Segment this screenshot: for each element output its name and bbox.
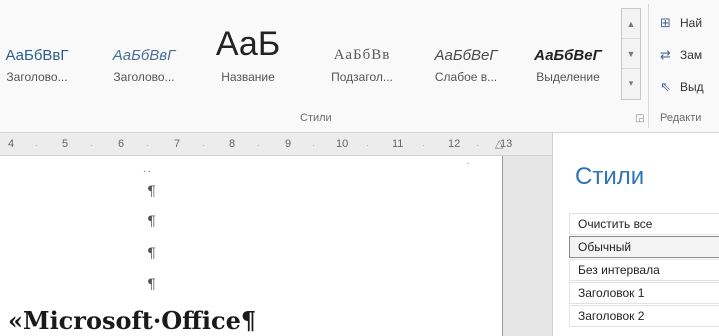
ruler-tick: 7: [174, 138, 181, 150]
hidden-marks: ..: [143, 164, 153, 175]
document-page[interactable]: .. ˉ ¶ ¶ ¶ ¶ «Microsoft·Office¶: [0, 156, 503, 336]
ruler-dot: ·: [422, 141, 425, 150]
text-boundary-mark: ˉ: [466, 162, 470, 173]
paragraph-mark: ¶: [147, 246, 156, 262]
ruler-dot: ·: [35, 141, 38, 150]
style-name: Заголово...: [113, 70, 175, 84]
right-indent-marker-icon[interactable]: △: [495, 137, 503, 150]
find-label: Най: [680, 16, 703, 30]
ruler-dot: ·: [257, 141, 260, 150]
style-subtle-emphasis[interactable]: АаБбВеГ Слабое в...: [416, 6, 516, 106]
styles-pane: Стили Очистить все Обычный Без интервала…: [552, 133, 719, 336]
style-title[interactable]: АаБ Название: [198, 6, 298, 106]
ruler-dot: ·: [202, 141, 205, 150]
style-heading-2[interactable]: АаБбВвГ Заголово...: [88, 6, 200, 106]
style-name: Выделение: [536, 70, 600, 84]
ruler-dot: ·: [476, 141, 479, 150]
ribbon-separator: [648, 4, 649, 128]
ruler-dot: ·: [366, 141, 369, 150]
style-name: Заголово...: [6, 70, 68, 84]
document-heading: «Microsoft·Office¶: [8, 306, 257, 335]
replace-label: Зам: [680, 48, 703, 62]
gallery-down-button[interactable]: ▼: [622, 39, 640, 69]
replace-icon: ⇄: [660, 47, 671, 62]
style-clear-all[interactable]: Очистить все: [569, 213, 719, 235]
style-name: Слабое в...: [434, 70, 498, 84]
style-heading-1-item[interactable]: Заголовок 1: [569, 282, 719, 304]
more-icon: ▾: [628, 78, 634, 88]
style-name: Подзагол...: [331, 70, 393, 84]
select-label: Выд: [680, 80, 704, 94]
paragraph-mark: ¶: [147, 277, 156, 293]
cursor-icon: ⇖: [660, 79, 671, 94]
gallery-scroll: ▲ ▼ ▾: [621, 8, 641, 100]
ruler-dot: ·: [90, 141, 93, 150]
document-area: .. ˉ ¶ ¶ ¶ ¶ «Microsoft·Office¶: [0, 156, 552, 336]
style-no-spacing[interactable]: Без интервала: [569, 259, 719, 281]
styles-group-label: Стили: [300, 112, 332, 124]
style-sample: АаБбВеГ: [534, 47, 602, 64]
select-button[interactable]: ⇖ Выд: [660, 76, 704, 98]
ribbon: АаБбВвГ Заголово... АаБбВвГ Заголово... …: [0, 0, 719, 133]
style-heading-2-item[interactable]: Заголовок 2: [569, 305, 719, 327]
ruler-tick: 10: [336, 138, 349, 150]
ruler-tick: 9: [285, 138, 292, 150]
styles-gallery: АаБбВвГ Заголово... АаБбВвГ Заголово... …: [0, 6, 616, 106]
paragraph-mark: ¶: [147, 184, 156, 200]
style-emphasis[interactable]: АаБбВеГ Выделение: [516, 6, 620, 106]
horizontal-ruler[interactable]: 4 5 6 7 8 9 10 11 12 13 · · · · · · · · …: [0, 133, 552, 156]
ruler-tick: 12: [448, 138, 461, 150]
style-subtitle[interactable]: АаБбВв Подзагол...: [306, 6, 418, 106]
gallery-up-button[interactable]: ▲: [622, 9, 640, 39]
binoculars-icon: ⊞: [660, 15, 671, 30]
pane-title: Стили: [575, 163, 645, 190]
ruler-tick: 8: [229, 138, 236, 150]
editing-group-label: Редакти: [660, 112, 702, 124]
ruler-dot: ·: [146, 141, 149, 150]
ruler-tick: 4: [8, 138, 15, 150]
ruler-tick: 6: [118, 138, 125, 150]
ruler-dot: ·: [312, 141, 315, 150]
style-sample: АаБбВвГ: [5, 47, 69, 64]
style-sample: АаБ: [215, 25, 281, 63]
dialog-launcher-icon[interactable]: ◲: [635, 113, 644, 124]
ruler-tick: 5: [62, 138, 69, 150]
chevron-up-icon: ▲: [626, 18, 636, 29]
style-sample: АаБбВв: [333, 47, 391, 63]
styles-list: Очистить все Обычный Без интервала Загол…: [569, 213, 719, 328]
gallery-more-button[interactable]: ▾: [622, 69, 640, 98]
style-sample: АаБбВвГ: [112, 47, 176, 64]
replace-button[interactable]: ⇄ Зам: [660, 44, 702, 66]
chevron-down-icon: ▼: [626, 48, 636, 59]
find-button[interactable]: ⊞ Най: [660, 12, 702, 34]
ruler-tick: 11: [392, 138, 404, 150]
style-name: Название: [221, 70, 275, 84]
style-sample: АаБбВеГ: [434, 47, 498, 64]
style-normal[interactable]: Обычный: [569, 236, 719, 258]
style-heading-1[interactable]: АаБбВвГ Заголово...: [0, 6, 86, 106]
paragraph-mark: ¶: [147, 214, 156, 230]
